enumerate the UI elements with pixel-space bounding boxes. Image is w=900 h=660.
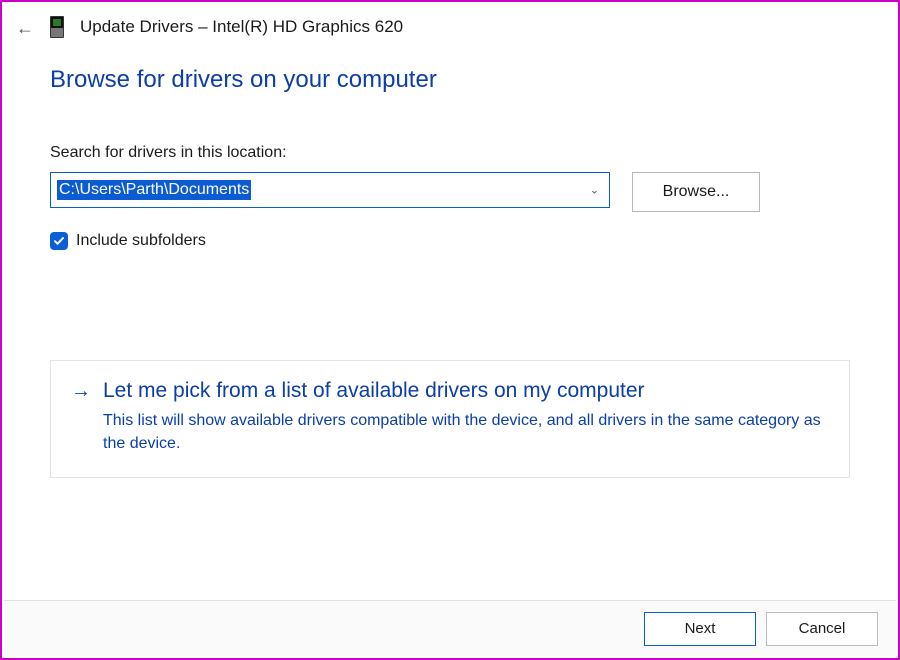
location-label: Search for drivers in this location: bbox=[50, 144, 850, 162]
browse-button[interactable]: Browse... bbox=[632, 172, 760, 212]
location-value: C:\Users\Parth\Documents bbox=[57, 180, 251, 200]
pick-option-description: This list will show available drivers co… bbox=[71, 409, 829, 455]
pick-option-title: Let me pick from a list of available dri… bbox=[103, 379, 645, 403]
back-arrow-icon[interactable]: ← bbox=[16, 19, 34, 37]
arrow-right-icon: → bbox=[71, 381, 91, 401]
chevron-down-icon: ⌄ bbox=[590, 184, 599, 197]
dialog-header: ← Update Drivers – Intel(R) HD Graphics … bbox=[2, 2, 898, 38]
checkmark-icon bbox=[53, 235, 65, 247]
include-subfolders-checkbox[interactable] bbox=[50, 232, 68, 250]
page-heading: Browse for drivers on your computer bbox=[2, 38, 898, 94]
cancel-button[interactable]: Cancel bbox=[766, 612, 878, 646]
dialog-footer: Next Cancel bbox=[4, 600, 896, 656]
pick-from-list-option[interactable]: → Let me pick from a list of available d… bbox=[50, 360, 850, 478]
next-button[interactable]: Next bbox=[644, 612, 756, 646]
location-combobox[interactable]: C:\Users\Parth\Documents ⌄ bbox=[50, 172, 610, 208]
include-subfolders-label[interactable]: Include subfolders bbox=[76, 232, 206, 250]
window-title: Update Drivers – Intel(R) HD Graphics 62… bbox=[80, 17, 403, 37]
device-icon bbox=[50, 16, 64, 38]
